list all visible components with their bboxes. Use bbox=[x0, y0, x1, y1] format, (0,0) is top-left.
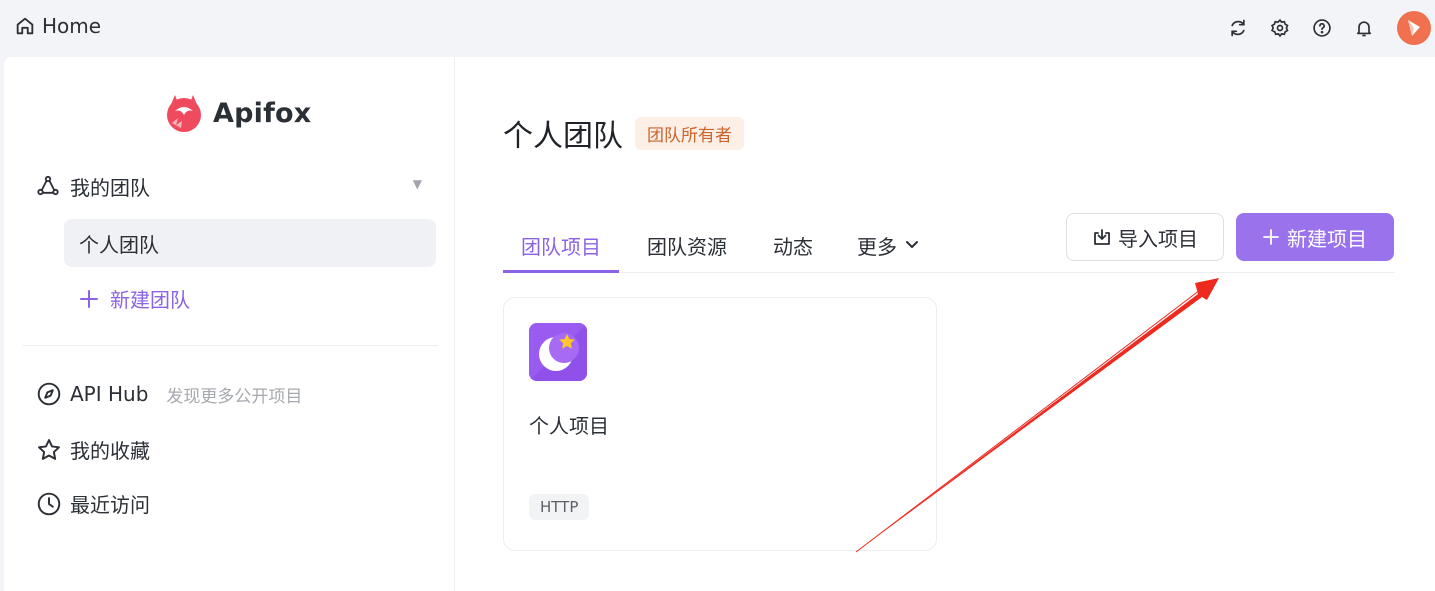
api-hub-label: API Hub bbox=[70, 382, 149, 406]
home-link[interactable]: Home bbox=[14, 14, 101, 38]
tab-team-projects[interactable]: 团队项目 bbox=[503, 223, 619, 273]
star-icon bbox=[38, 438, 60, 460]
tab-label: 更多 bbox=[857, 235, 897, 259]
project-card[interactable]: 个人项目 HTTP bbox=[503, 297, 937, 551]
plus-icon bbox=[1263, 229, 1279, 245]
import-project-label: 导入项目 bbox=[1118, 226, 1198, 251]
refresh-icon[interactable] bbox=[1217, 10, 1259, 46]
api-hub-subtitle: 发现更多公开项目 bbox=[166, 386, 303, 407]
tab-label: 团队资源 bbox=[647, 235, 727, 259]
top-bar: Home bbox=[0, 0, 1435, 56]
my-teams-label: 我的团队 bbox=[70, 175, 150, 200]
help-icon[interactable] bbox=[1301, 10, 1343, 46]
avatar[interactable] bbox=[1397, 11, 1431, 45]
main-content: 个人团队 团队所有者 团队项目 团队资源 动态 更多 导入项目 新建项目 个人项… bbox=[455, 57, 1435, 591]
favorites-label: 我的收藏 bbox=[70, 439, 150, 463]
apifox-logo: Apifox bbox=[163, 93, 311, 133]
recent-label: 最近访问 bbox=[70, 493, 150, 517]
tab-more[interactable]: 更多 bbox=[857, 223, 921, 273]
sidebar-item-personal-team[interactable]: 个人团队 bbox=[64, 219, 436, 267]
import-icon bbox=[1094, 229, 1110, 245]
divider bbox=[22, 345, 438, 346]
sidebar-item-api-hub[interactable]: API Hub 发现更多公开项目 bbox=[36, 381, 302, 407]
tab-team-resources[interactable]: 团队资源 bbox=[647, 223, 727, 273]
moon-icon bbox=[529, 323, 587, 381]
main-panel: Apifox 我的团队 ▼ 个人团队 新建团队 API Hub 发现更多公开项目… bbox=[4, 57, 1435, 591]
new-team-button[interactable]: 新建团队 bbox=[80, 284, 190, 313]
my-teams-section[interactable]: 我的团队 ▼ bbox=[36, 171, 422, 201]
sidebar-item-label: 个人团队 bbox=[79, 232, 159, 257]
compass-icon bbox=[37, 382, 61, 406]
sidebar-item-recent[interactable]: 最近访问 bbox=[36, 489, 150, 518]
project-name: 个人项目 bbox=[529, 414, 609, 438]
sidebar-item-favorites[interactable]: 我的收藏 bbox=[36, 435, 150, 464]
bell-icon[interactable] bbox=[1343, 10, 1385, 46]
home-icon bbox=[16, 17, 34, 35]
clock-icon bbox=[37, 492, 61, 515]
settings-icon[interactable] bbox=[1259, 10, 1301, 46]
caret-down-icon[interactable]: ▼ bbox=[413, 177, 422, 191]
home-label: Home bbox=[42, 14, 102, 38]
tab-label: 团队项目 bbox=[521, 235, 601, 259]
new-project-label: 新建项目 bbox=[1287, 226, 1367, 251]
import-project-button[interactable]: 导入项目 bbox=[1066, 213, 1224, 261]
page-title: 个人团队 bbox=[503, 119, 623, 154]
apifox-logo-icon bbox=[167, 95, 201, 132]
sidebar: Apifox 我的团队 ▼ 个人团队 新建团队 API Hub 发现更多公开项目… bbox=[4, 57, 455, 591]
logo-text: Apifox bbox=[213, 97, 312, 129]
team-icon bbox=[37, 175, 59, 196]
new-project-button[interactable]: 新建项目 bbox=[1236, 213, 1394, 261]
owner-badge: 团队所有者 bbox=[635, 116, 744, 150]
tab-label: 动态 bbox=[773, 235, 813, 259]
new-team-label: 新建团队 bbox=[110, 288, 190, 312]
chevron-down-icon bbox=[906, 241, 918, 248]
project-type-tag: HTTP bbox=[529, 494, 590, 520]
tab-activity[interactable]: 动态 bbox=[773, 223, 813, 273]
plus-icon bbox=[80, 289, 98, 308]
